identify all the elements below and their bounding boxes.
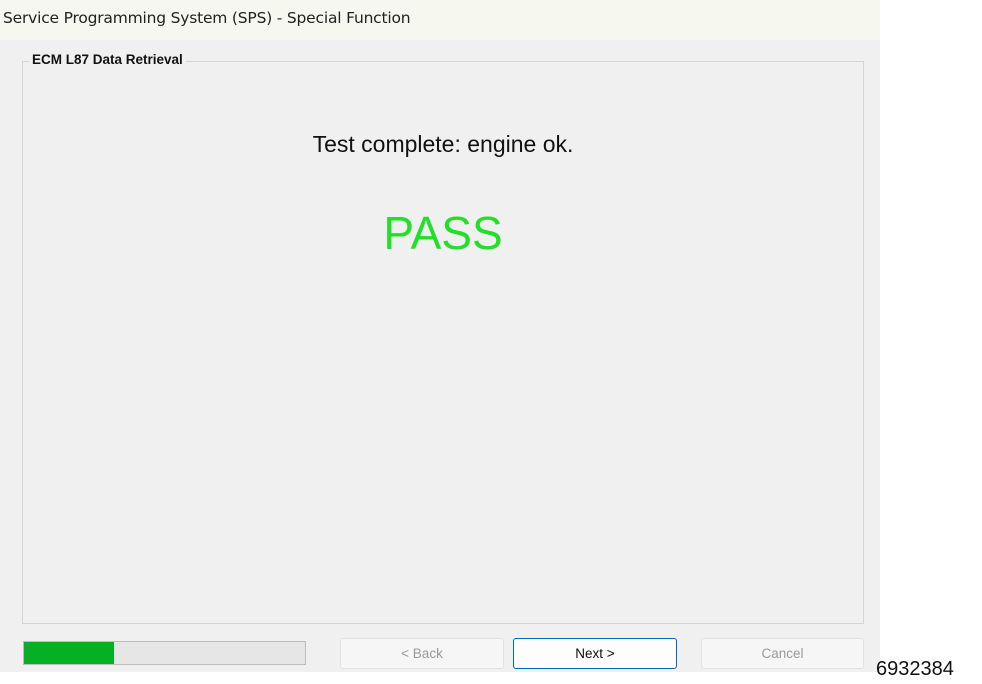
next-button[interactable]: Next > [513,638,677,669]
result-text: PASS [383,207,503,259]
image-reference-number: 6932384 [876,658,954,680]
back-button[interactable]: < Back [340,638,504,669]
cancel-button[interactable]: Cancel [701,638,864,669]
group-box-label: ECM L87 Data Retrieval [29,52,186,67]
progress-bar-fill [24,642,114,664]
status-message: Test complete: engine ok. [312,131,574,157]
window-title: Service Programming System (SPS) - Speci… [3,9,411,27]
title-bar: Service Programming System (SPS) - Speci… [0,0,880,40]
progress-bar [23,641,306,665]
sps-dialog-window: Service Programming System (SPS) - Speci… [0,0,880,672]
